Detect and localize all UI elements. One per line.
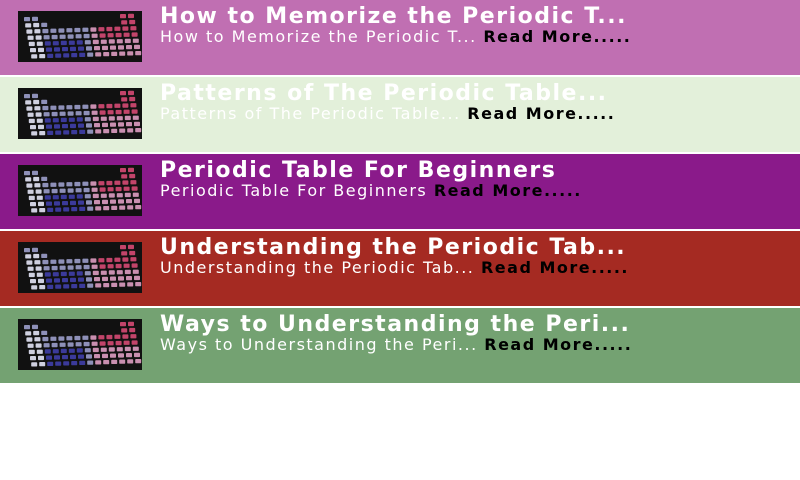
periodic-table-image bbox=[18, 242, 142, 293]
item-description-text: Ways to Understanding the Peri... bbox=[160, 335, 478, 354]
read-more-link[interactable]: Read More..... bbox=[467, 104, 615, 123]
item-title: Patterns of The Periodic Table... bbox=[160, 83, 608, 105]
item-description: Ways to Understanding the Peri... Read M… bbox=[160, 337, 786, 353]
list-item[interactable]: Patterns of The Periodic Table... Patter… bbox=[0, 77, 800, 152]
periodic-table-image bbox=[18, 88, 142, 139]
periodic-table-thumbnail bbox=[18, 242, 142, 293]
item-title: Understanding the Periodic Tab... bbox=[160, 237, 627, 259]
item-description-text: How to Memorize the Periodic T... bbox=[160, 27, 477, 46]
periodic-table-thumbnail bbox=[18, 319, 142, 370]
item-description-text: Patterns of The Periodic Table... bbox=[160, 104, 461, 123]
periodic-table-thumbnail bbox=[18, 11, 142, 62]
item-description: Periodic Table For Beginners Read More..… bbox=[160, 183, 786, 199]
periodic-table-image bbox=[18, 11, 142, 62]
list-item[interactable]: Ways to Understanding the Peri... Ways t… bbox=[0, 308, 800, 383]
read-more-link[interactable]: Read More..... bbox=[483, 27, 631, 46]
read-more-link[interactable]: Read More..... bbox=[434, 181, 582, 200]
list-item[interactable]: Understanding the Periodic Tab... Unders… bbox=[0, 231, 800, 306]
list-item[interactable]: Periodic Table For Beginners Periodic Ta… bbox=[0, 154, 800, 229]
read-more-link[interactable]: Read More..... bbox=[481, 258, 629, 277]
item-text: How to Memorize the Periodic T... How to… bbox=[160, 6, 786, 45]
item-description-text: Periodic Table For Beginners bbox=[160, 181, 428, 200]
periodic-table-thumbnail bbox=[18, 165, 142, 216]
item-text: Ways to Understanding the Peri... Ways t… bbox=[160, 314, 786, 353]
list-item[interactable]: How to Memorize the Periodic T... How to… bbox=[0, 0, 800, 75]
item-description: How to Memorize the Periodic T... Read M… bbox=[160, 29, 786, 45]
item-description: Understanding the Periodic Tab... Read M… bbox=[160, 260, 786, 276]
periodic-table-image bbox=[18, 319, 142, 370]
article-list: How to Memorize the Periodic T... How to… bbox=[0, 0, 800, 385]
item-title: How to Memorize the Periodic T... bbox=[160, 6, 627, 28]
periodic-table-thumbnail bbox=[18, 88, 142, 139]
item-description: Patterns of The Periodic Table... Read M… bbox=[160, 106, 786, 122]
item-title: Ways to Understanding the Peri... bbox=[160, 314, 631, 336]
item-description-text: Understanding the Periodic Tab... bbox=[160, 258, 475, 277]
item-text: Understanding the Periodic Tab... Unders… bbox=[160, 237, 786, 276]
item-text: Periodic Table For Beginners Periodic Ta… bbox=[160, 160, 786, 199]
read-more-link[interactable]: Read More..... bbox=[484, 335, 632, 354]
item-title: Periodic Table For Beginners bbox=[160, 160, 557, 182]
periodic-table-image bbox=[18, 165, 142, 216]
item-text: Patterns of The Periodic Table... Patter… bbox=[160, 83, 786, 122]
